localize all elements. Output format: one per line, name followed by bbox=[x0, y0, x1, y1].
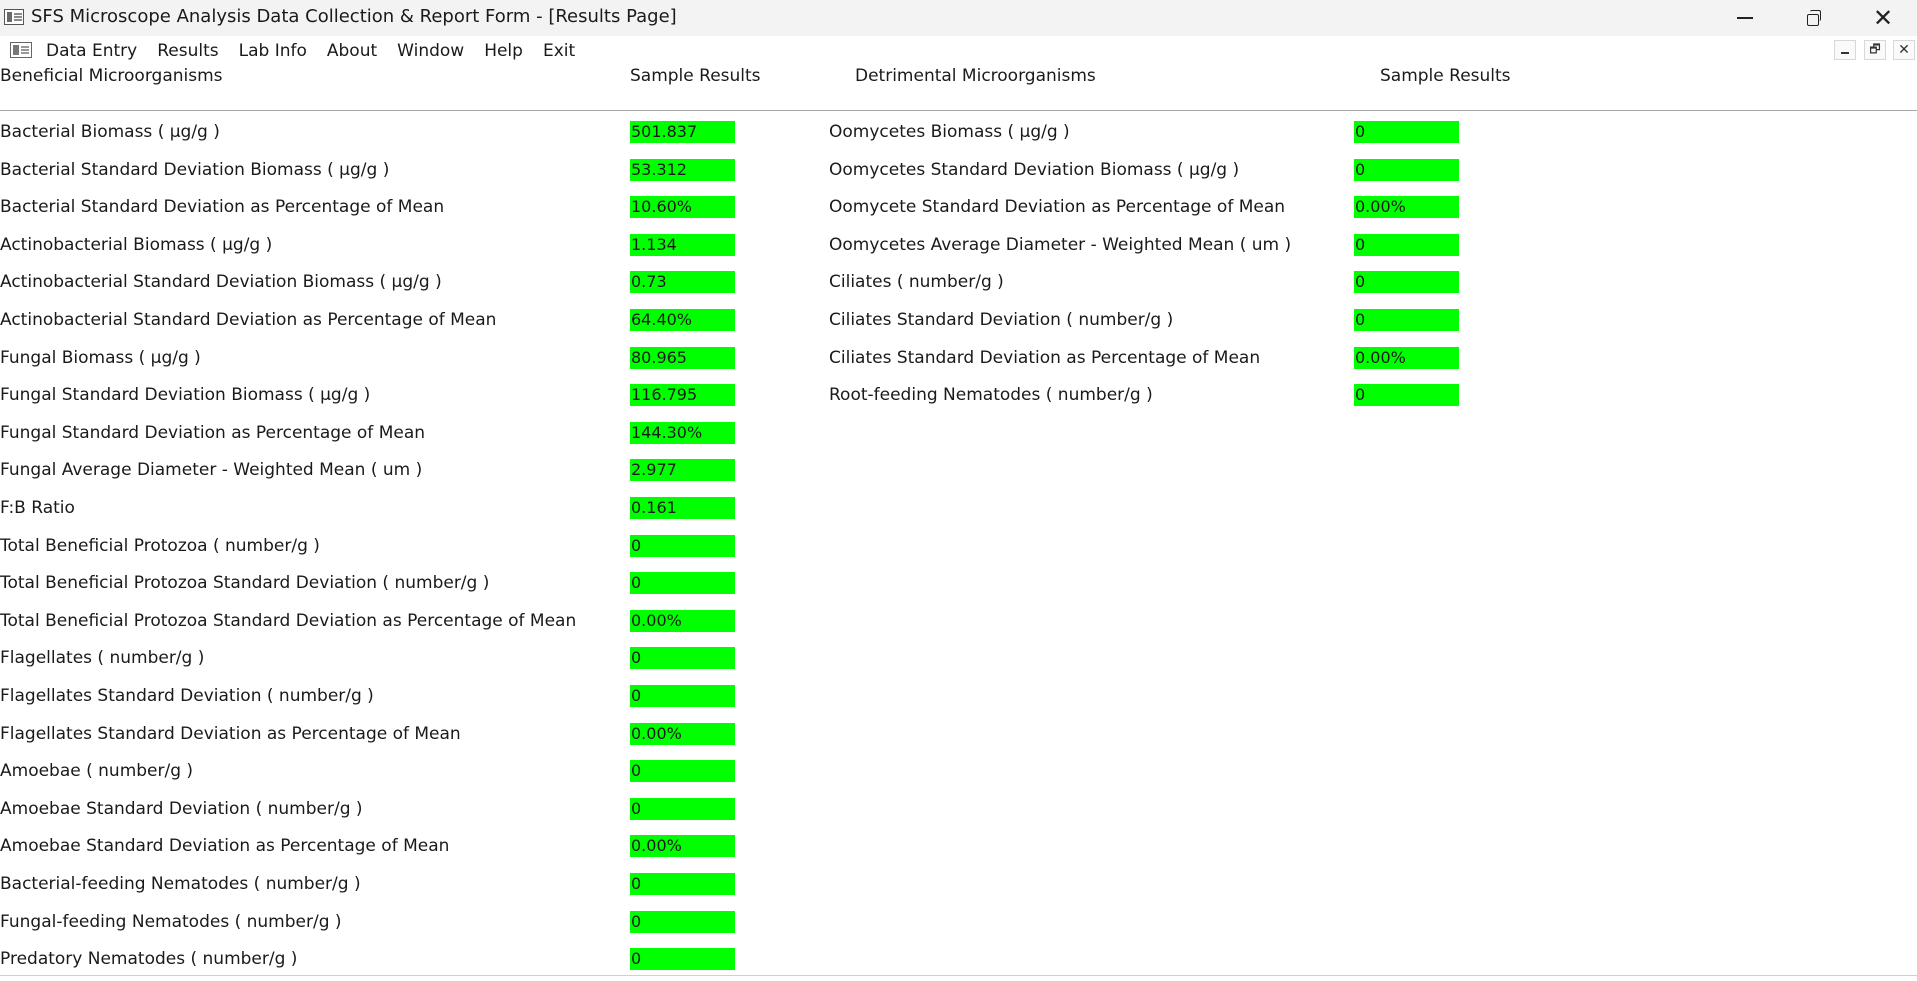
minimize-icon bbox=[1841, 52, 1849, 54]
restore-button[interactable] bbox=[1782, 0, 1844, 36]
result-value[interactable]: 0.00% bbox=[630, 835, 735, 858]
menu-window[interactable]: Window bbox=[387, 39, 474, 63]
menu-items: Data Entry Results Lab Info About Window… bbox=[36, 39, 585, 63]
result-label: Fungal Standard Deviation as Percentage … bbox=[0, 422, 426, 443]
result-label: Fungal Biomass ( µg/g ) bbox=[0, 347, 201, 368]
result-value[interactable]: 0 bbox=[1354, 158, 1459, 181]
result-label: Actinobacterial Biomass ( µg/g ) bbox=[0, 234, 273, 255]
restore-icon: 🗗 bbox=[1869, 41, 1881, 56]
result-value[interactable]: 0 bbox=[630, 948, 735, 971]
app-window: SFS Microscope Analysis Data Collection … bbox=[0, 0, 1917, 981]
document-icon[interactable] bbox=[10, 42, 32, 58]
child-restore-button[interactable]: 🗗 bbox=[1864, 40, 1886, 60]
menu-lab-info[interactable]: Lab Info bbox=[229, 39, 317, 63]
header-divider bbox=[0, 110, 1917, 111]
result-label: Oomycetes Standard Deviation Biomass ( µ… bbox=[829, 159, 1240, 180]
result-label: Flagellates Standard Deviation ( number/… bbox=[0, 686, 374, 706]
result-label: Total Beneficial Protozoa Standard Devia… bbox=[0, 610, 577, 631]
result-value[interactable]: 0 bbox=[630, 910, 735, 933]
result-value[interactable]: 2.977 bbox=[630, 459, 735, 482]
window-title: SFS Microscope Analysis Data Collection … bbox=[31, 6, 677, 27]
result-label: Oomycete Standard Deviation as Percentag… bbox=[829, 197, 1286, 218]
result-value[interactable]: 0.00% bbox=[1354, 346, 1459, 369]
result-value[interactable]: 0 bbox=[1354, 121, 1459, 143]
result-label: Bacterial Standard Deviation as Percenta… bbox=[0, 197, 445, 218]
result-label: Bacterial-feeding Nematodes ( number/g ) bbox=[0, 874, 361, 894]
child-minimize-button[interactable] bbox=[1834, 40, 1856, 60]
detrimental-header: Detrimental Microorganisms bbox=[855, 66, 1096, 86]
result-label: Root-feeding Nematodes ( number/g ) bbox=[829, 385, 1153, 406]
detrimental-results-header: Sample Results bbox=[1380, 66, 1511, 86]
result-value[interactable]: 0.00% bbox=[630, 722, 735, 745]
result-value[interactable]: 0 bbox=[1354, 271, 1459, 294]
result-label: Fungal-feeding Nematodes ( number/g ) bbox=[0, 911, 342, 932]
result-value[interactable]: 0 bbox=[1354, 384, 1459, 407]
result-value[interactable]: 0 bbox=[630, 534, 735, 557]
result-value[interactable]: 0 bbox=[630, 647, 735, 670]
result-value[interactable]: 116.795 bbox=[630, 384, 735, 407]
result-value[interactable]: 1.134 bbox=[630, 233, 735, 256]
result-label: Oomycetes Average Diameter - Weighted Me… bbox=[829, 234, 1292, 255]
result-label: Ciliates Standard Deviation as Percentag… bbox=[829, 347, 1261, 368]
result-label: Bacterial Standard Deviation Biomass ( µ… bbox=[0, 159, 390, 180]
close-icon: ✕ bbox=[1872, 4, 1894, 32]
result-value[interactable]: 0 bbox=[630, 797, 735, 820]
menu-results[interactable]: Results bbox=[147, 39, 228, 63]
close-icon: ✕ bbox=[1898, 42, 1910, 58]
result-label: Fungal Standard Deviation Biomass ( µg/g… bbox=[0, 385, 371, 406]
app-icon[interactable] bbox=[4, 9, 24, 25]
beneficial-results-header: Sample Results bbox=[630, 66, 761, 86]
result-value[interactable]: 10.60% bbox=[630, 196, 735, 219]
menu-help[interactable]: Help bbox=[474, 39, 533, 63]
result-label: F:B Ratio bbox=[0, 498, 75, 518]
minimize-button[interactable] bbox=[1714, 0, 1776, 36]
result-label: Bacterial Biomass ( µg/g ) bbox=[0, 122, 220, 142]
minimize-icon bbox=[1737, 17, 1753, 19]
bottom-border bbox=[0, 975, 1917, 976]
result-value[interactable]: 0 bbox=[630, 685, 735, 707]
result-value[interactable]: 501.837 bbox=[630, 121, 735, 143]
result-label: Total Beneficial Protozoa ( number/g ) bbox=[0, 535, 320, 556]
result-label: Actinobacterial Standard Deviation as Pe… bbox=[0, 310, 497, 330]
menu-about[interactable]: About bbox=[317, 39, 387, 63]
menu-bar: Data Entry Results Lab Info About Window… bbox=[0, 36, 1917, 64]
result-value[interactable]: 0 bbox=[630, 572, 735, 595]
beneficial-header: Beneficial Microorganisms bbox=[0, 66, 223, 86]
result-value[interactable]: 64.40% bbox=[630, 309, 735, 331]
title-bar: SFS Microscope Analysis Data Collection … bbox=[0, 0, 1917, 36]
result-value[interactable]: 53.312 bbox=[630, 158, 735, 181]
result-value[interactable]: 0.161 bbox=[630, 497, 735, 519]
result-label: Flagellates Standard Deviation as Percen… bbox=[0, 723, 461, 744]
result-label: Fungal Average Diameter - Weighted Mean … bbox=[0, 460, 423, 481]
result-label: Amoebae Standard Deviation ( number/g ) bbox=[0, 798, 363, 819]
result-value[interactable]: 80.965 bbox=[630, 346, 735, 369]
result-value[interactable]: 0.00% bbox=[1354, 196, 1459, 219]
menu-exit[interactable]: Exit bbox=[533, 39, 585, 63]
result-value[interactable]: 0.73 bbox=[630, 271, 735, 294]
result-label: Predatory Nematodes ( number/g ) bbox=[0, 949, 298, 970]
close-button[interactable]: ✕ bbox=[1852, 0, 1914, 36]
result-value[interactable]: 0 bbox=[630, 873, 735, 895]
result-label: Oomycetes Biomass ( µg/g ) bbox=[829, 122, 1070, 142]
result-label: Total Beneficial Protozoa Standard Devia… bbox=[0, 573, 490, 594]
child-close-button[interactable]: ✕ bbox=[1893, 40, 1915, 60]
result-label: Actinobacterial Standard Deviation Bioma… bbox=[0, 272, 442, 293]
result-label: Amoebae Standard Deviation as Percentage… bbox=[0, 836, 450, 857]
result-label: Ciliates ( number/g ) bbox=[829, 272, 1004, 293]
result-value[interactable]: 144.30% bbox=[630, 421, 735, 444]
menu-data-entry[interactable]: Data Entry bbox=[36, 39, 147, 63]
result-value[interactable]: 0 bbox=[1354, 233, 1459, 256]
result-label: Amoebae ( number/g ) bbox=[0, 761, 194, 782]
result-value[interactable]: 0 bbox=[1354, 309, 1459, 331]
result-value[interactable]: 0 bbox=[630, 760, 735, 783]
result-value[interactable]: 0.00% bbox=[630, 609, 735, 632]
result-label: Flagellates ( number/g ) bbox=[0, 648, 205, 669]
result-label: Ciliates Standard Deviation ( number/g ) bbox=[829, 310, 1174, 330]
restore-icon bbox=[1807, 9, 1821, 26]
